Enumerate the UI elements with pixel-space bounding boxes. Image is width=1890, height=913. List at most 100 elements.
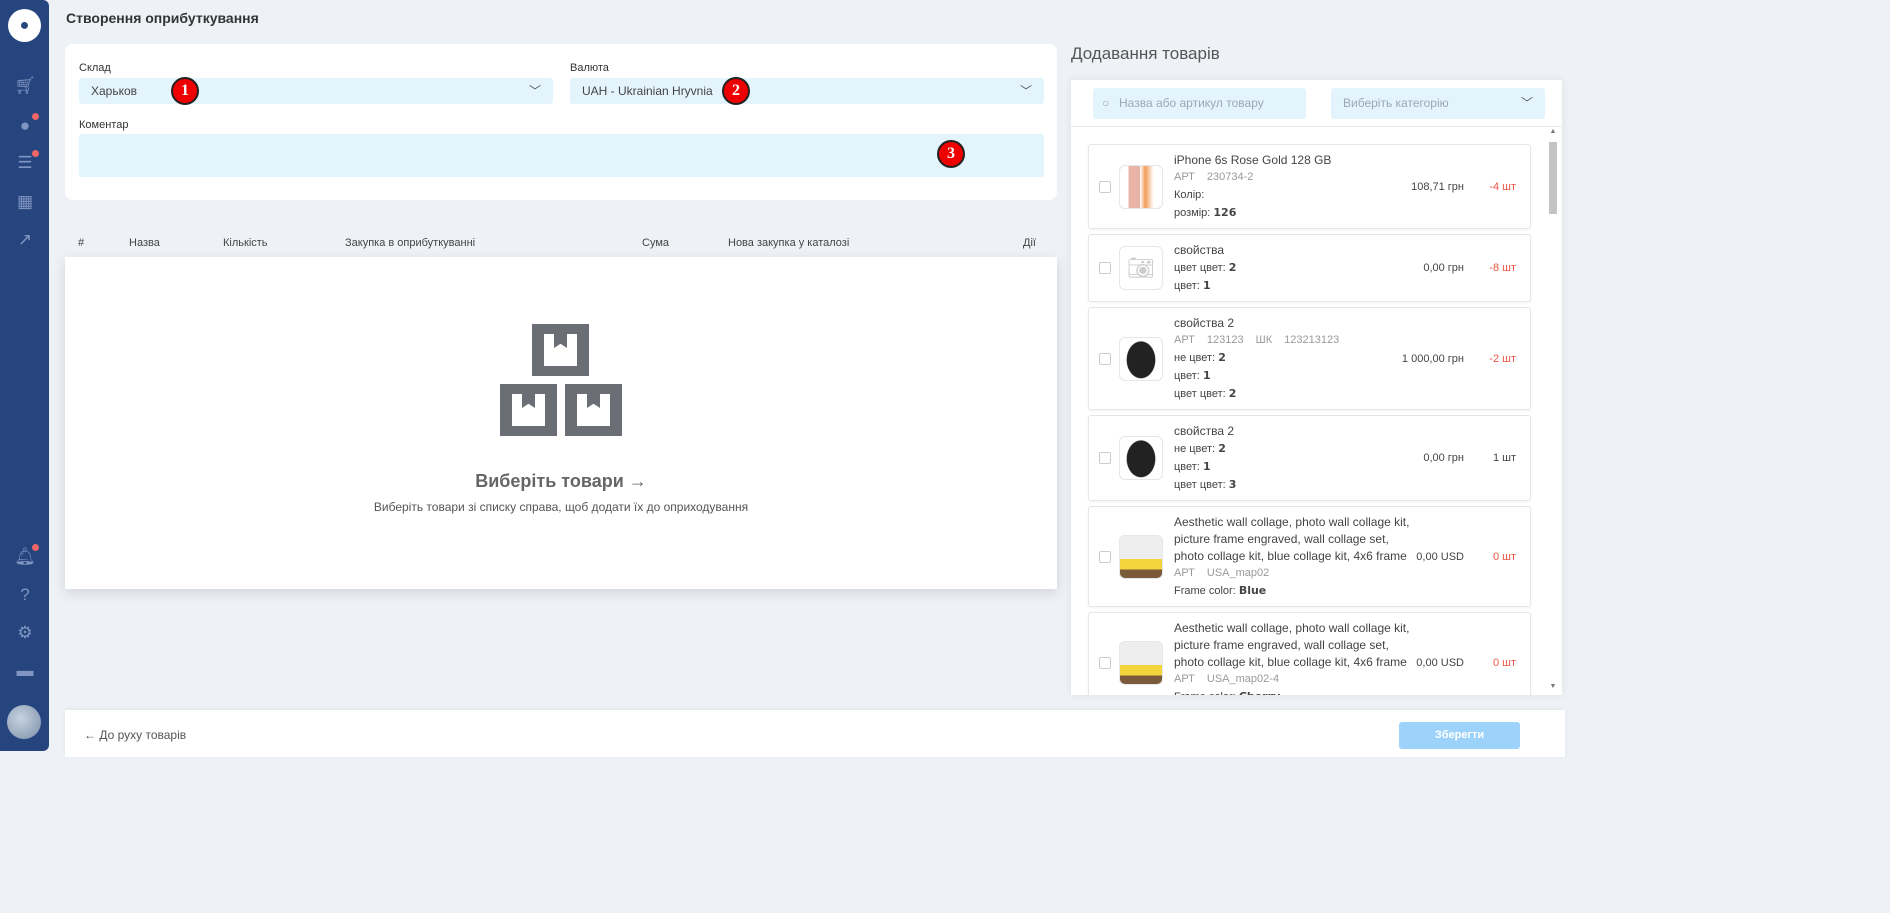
product-item[interactable]: свойства 2 не цвет: 2 цвет: 1 цвет цвет: 3 0… [1088, 415, 1531, 501]
page-title: Створення оприбуткування [66, 10, 259, 26]
product-stock: -8 шт [1489, 262, 1516, 274]
empty-subtitle: Виберіть товари зі списку справа, щоб до… [373, 500, 749, 514]
product-stock: 0 шт [1492, 550, 1516, 563]
product-search-input[interactable]: ○ Назва або артикул товару [1093, 88, 1306, 119]
product-item[interactable]: iPhone 6s Rose Gold 128 GB АРТ 230734-2 Кол… [1088, 144, 1531, 229]
help-icon[interactable]: ? [14, 585, 36, 605]
add-products-title: Додавання товарів [1071, 44, 1220, 63]
warehouse-select[interactable]: Харьков ﹀ [79, 78, 553, 104]
save-button[interactable]: Зберегти [1399, 722, 1520, 749]
product-checkbox[interactable] [1099, 352, 1111, 365]
cart-icon[interactable]: 🛒︎ [14, 76, 36, 96]
product-property: цвет: 1 [1174, 460, 1211, 473]
annotation-badge-3: 3 [937, 140, 965, 168]
product-property: цвет цвет: 3 [1174, 478, 1237, 491]
product-checkbox[interactable] [1099, 180, 1111, 193]
product-image [1119, 436, 1163, 480]
product-checkbox[interactable] [1099, 656, 1111, 669]
product-checkbox[interactable] [1099, 452, 1111, 464]
back-link[interactable]: ← До руху товарів [84, 728, 186, 742]
column-number: # [78, 237, 85, 249]
product-price: 108,71 грн [1411, 180, 1464, 193]
product-price: 0,00 USD [1416, 656, 1464, 669]
product-item[interactable]: 📷︎ свойства цвет цвет: 2 цвет: 1 0,00 грн -8 … [1088, 234, 1531, 302]
product-checkbox[interactable] [1099, 262, 1111, 274]
product-sku: АРТ 123123 ШК 123213123 [1174, 334, 1340, 346]
product-image [1119, 336, 1163, 381]
category-select[interactable]: Виберіть категорію ﹀ [1331, 88, 1545, 119]
empty-title: Виберіть товари → [475, 471, 647, 491]
product-price: 0,00 USD [1416, 550, 1464, 563]
product-property: цвет цвет: 2 [1174, 387, 1237, 400]
tasks-icon[interactable]: ☰ [14, 150, 39, 173]
product-name: Aesthetic wall collage, photo wall colla… [1174, 515, 1410, 563]
product-property: Колір: [1174, 189, 1205, 201]
warehouse-value: Харьков [91, 84, 138, 98]
category-placeholder: Виберіть категорію [1343, 96, 1449, 110]
scrollbar[interactable]: ▲ ▼ [1548, 128, 1558, 690]
chevron-down-icon: ﹀ [1019, 84, 1032, 98]
product-name: свойства 2 [1174, 316, 1235, 330]
product-name: Aesthetic wall collage, photo wall colla… [1174, 621, 1410, 669]
analytics-icon[interactable]: ↗ [14, 230, 36, 250]
product-stock: -2 шт [1489, 352, 1516, 365]
clients-chat-icon[interactable]: ● [14, 113, 39, 136]
product-price: 0,00 грн [1423, 262, 1464, 274]
product-image [1119, 164, 1163, 209]
product-stock: -4 шт [1489, 180, 1516, 193]
product-stock: 1 шт [1492, 452, 1516, 464]
currency-label: Валюта [570, 62, 609, 74]
footer: ← До руху товарів Зберегти [65, 710, 1565, 757]
annotation-badge-2: 2 [722, 77, 750, 105]
column-actions: Дії [1023, 237, 1036, 249]
product-item[interactable]: Aesthetic wall collage, photo wall colla… [1088, 612, 1531, 695]
product-image [1119, 534, 1163, 579]
product-checkbox[interactable] [1099, 550, 1111, 563]
product-property: не цвет: 2 [1174, 442, 1226, 455]
product-property: цвет цвет: 2 [1174, 261, 1237, 274]
product-sku: АРТ 230734-2 [1174, 171, 1254, 183]
product-image: 📷︎ [1119, 246, 1163, 290]
product-stock: 0 шт [1492, 656, 1516, 669]
bell-icon[interactable]: 🔔︎ [14, 544, 39, 567]
avatar[interactable] [7, 705, 41, 739]
column-new-purchase: Нова закупка у каталозі [728, 237, 850, 249]
chevron-down-icon: ﹀ [528, 84, 541, 98]
form-card: Склад Харьков ﹀ Валюта UAH - Ukrainian Hr… [65, 44, 1057, 200]
product-item[interactable]: свойства 2 АРТ 123123 ШК 123213123 не цвет: 2… [1088, 307, 1531, 410]
product-sku: АРТ USA_map02-4 [1174, 673, 1280, 685]
currency-value: UAH - Ukrainian Hryvnia [582, 84, 713, 98]
product-item[interactable]: Aesthetic wall collage, photo wall colla… [1088, 506, 1531, 607]
annotation-badge-1: 1 [171, 77, 199, 105]
camera-icon: 📷︎ [1127, 255, 1155, 280]
product-price: 1 000,00 грн [1401, 352, 1464, 365]
empty-state: Виберіть товари → Виберіть товари зі спи… [65, 257, 1057, 589]
logo-keyhole-icon[interactable]: ● [8, 9, 41, 42]
product-property: розмір: 126 [1174, 206, 1237, 219]
product-property: не цвет: 2 [1174, 351, 1226, 364]
currency-select[interactable]: UAH - Ukrainian Hryvnia ﹀ [570, 78, 1044, 104]
product-image [1119, 640, 1163, 685]
add-products-panel: ○ Назва або артикул товару Виберіть катег… [1071, 80, 1562, 695]
sidebar: ● 🛒︎ ● ☰ ▦ ↗ 🔔︎ ? ⚙ ▬ [0, 0, 49, 751]
comment-textarea[interactable] [79, 134, 1044, 177]
warehouse-boxes-icon[interactable]: ▦ [14, 192, 36, 212]
product-name: iPhone 6s Rose Gold 128 GB [1174, 153, 1332, 167]
search-icon: ○ [1102, 96, 1110, 110]
product-property: Frame color: Blue [1174, 584, 1267, 597]
product-name: свойства 2 [1174, 424, 1235, 438]
product-property: цвет: 1 [1174, 369, 1211, 382]
gear-icon[interactable]: ⚙ [14, 623, 36, 643]
search-placeholder: Назва або артикул товару [1119, 96, 1264, 110]
product-sku: АРТ USA_map02 [1174, 567, 1270, 579]
chevron-down-icon: ﹀ [1520, 96, 1533, 110]
product-name: свойства [1174, 243, 1225, 257]
comment-label: Коментар [79, 119, 129, 131]
column-name: Назва [129, 237, 160, 249]
column-purchase: Закупка в оприбуткуванні [345, 237, 476, 249]
product-property: Frame color: Cherry [1174, 688, 1530, 695]
warehouse-label: Склад [79, 62, 111, 74]
column-quantity: Кількість [223, 237, 268, 249]
product-price: 0,00 грн [1423, 452, 1464, 464]
wallet-icon[interactable]: ▬ [14, 661, 36, 681]
